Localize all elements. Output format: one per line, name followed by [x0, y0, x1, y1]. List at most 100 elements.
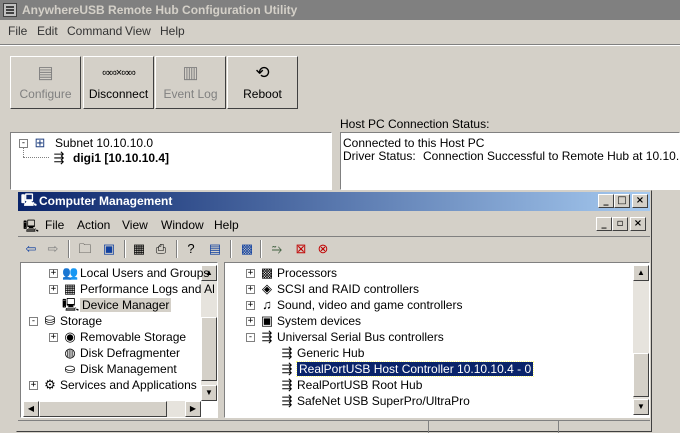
child-minimize-button[interactable]: _ [596, 217, 612, 231]
close-button[interactable]: × [632, 194, 648, 208]
scan-hardware-icon[interactable]: ▩ [238, 240, 256, 258]
left-tree-expander[interactable]: + [49, 333, 58, 342]
removable-storage-icon: ◉ [64, 329, 76, 344]
left-tree-item[interactable]: Storage [60, 314, 102, 328]
scroll-left-arrow[interactable]: ◀ [23, 401, 39, 417]
device-manager-icon: 🖳 [62, 297, 80, 312]
right-tree-item[interactable]: RealPortUSB Root Hub [297, 378, 422, 392]
right-tree-item[interactable]: Sound, video and game controllers [277, 298, 462, 312]
right-tree-item[interactable]: RealPortUSB Host Controller 10.10.10.4 -… [295, 361, 535, 377]
driver-status-value: Connection Successful to Remote Hub at 1… [423, 149, 680, 163]
cm-title-bar[interactable]: 🖳 Computer Management _ □ × [18, 192, 650, 211]
left-tree-item[interactable]: Services and Applications [60, 378, 197, 392]
subnet-label[interactable]: Subnet 10.10.10.0 [55, 136, 153, 150]
sound-icon: ♫ [262, 297, 272, 312]
description-bar-icon[interactable]: ▤ [206, 240, 224, 258]
status-line-1: Connected to this Host PC [343, 136, 485, 150]
properties-icon[interactable]: ▦ [130, 240, 148, 258]
right-tree-item[interactable]: SafeNet USB SuperPro/UltraPro [297, 394, 470, 408]
disable-device-icon[interactable]: ⊠ [292, 240, 310, 258]
print-icon[interactable]: ⎙ [152, 240, 170, 258]
left-horizontal-scrollbar[interactable]: ◀ ▶ [23, 401, 201, 417]
minimize-button[interactable]: _ [598, 194, 614, 208]
outer-title-bar: AnywhereUSB Remote Hub Configuration Uti… [0, 0, 680, 20]
cm-toolbar-divider [18, 236, 650, 237]
tree-line [23, 148, 25, 157]
outer-menu-edit[interactable]: Edit [37, 24, 58, 38]
right-tree-expander[interactable]: + [246, 269, 255, 278]
right-scroll-down-arrow[interactable]: ▼ [633, 399, 649, 415]
disconnect-icon: ∞∞×∞∞ [102, 67, 136, 79]
help-icon[interactable]: ? [182, 240, 200, 258]
left-tree-item[interactable]: Device Manager [80, 298, 172, 312]
scroll-right-arrow[interactable]: ▶ [185, 401, 201, 417]
h-scroll-thumb[interactable] [39, 401, 167, 417]
usb-icon: ⇶ [281, 393, 293, 408]
toolbar-separator [260, 240, 262, 258]
left-tree-item[interactable]: Performance Logs and Al [80, 282, 215, 296]
cm-menu-window[interactable]: Window [161, 218, 204, 232]
right-tree-item[interactable]: SCSI and RAID controllers [277, 282, 419, 296]
up-folder-icon[interactable]: 🗀 [76, 240, 94, 258]
right-vertical-scrollbar[interactable]: ▲ ▼ [633, 265, 649, 415]
storage-icon: ⛁ [44, 313, 56, 328]
configure-button[interactable]: ▤ Configure [10, 56, 81, 109]
scroll-thumb[interactable] [201, 317, 217, 381]
show-hide-tree-icon[interactable]: ▣ [100, 240, 118, 258]
outer-menu-view[interactable]: View [125, 24, 151, 38]
back-icon[interactable]: ⇦ [22, 240, 40, 258]
configure-label: Configure [19, 87, 72, 101]
disconnect-label: Disconnect [88, 87, 149, 101]
right-tree-expander[interactable]: - [246, 333, 255, 342]
usb-icon: ⇶ [281, 361, 293, 376]
usb-icon: ⇶ [281, 345, 293, 360]
uninstall-icon[interactable]: ⊗ [314, 240, 332, 258]
tree-line [23, 157, 49, 159]
left-tree-item[interactable]: Removable Storage [80, 330, 186, 344]
right-tree-item[interactable]: Generic Hub [297, 346, 364, 360]
outer-menu-command[interactable]: Command [67, 24, 122, 38]
hub-label[interactable]: digi1 [10.10.10.4] [73, 151, 169, 165]
hub-tree[interactable]: - ⊞ Subnet 10.10.10.0 ⇶ digi1 [10.10.10.… [10, 132, 332, 190]
event-log-label: Event Log [163, 87, 218, 101]
right-tree-item[interactable]: System devices [277, 314, 361, 328]
outer-menu-file[interactable]: File [8, 24, 27, 38]
outer-menu-help[interactable]: Help [160, 24, 185, 38]
left-tree-item[interactable]: Disk Defragmenter [80, 346, 180, 360]
forward-icon[interactable]: ⇨ [44, 240, 62, 258]
toolbar-separator [68, 240, 70, 258]
child-restore-button[interactable]: ▫ [612, 217, 628, 231]
event-log-button[interactable]: ▥ Event Log [155, 56, 226, 109]
computer-icon: 🖳 [21, 193, 38, 207]
status-divider [558, 421, 559, 433]
reboot-icon: ⟲ [255, 63, 270, 82]
cm-menu-help[interactable]: Help [214, 218, 239, 232]
right-tree-item[interactable]: Universal Serial Bus controllers [277, 330, 444, 344]
left-tree-expander[interactable]: + [29, 381, 38, 390]
reboot-button[interactable]: ⟲ Reboot [227, 56, 298, 109]
cm-menu-file[interactable]: File [45, 218, 64, 232]
maximize-button[interactable]: □ [614, 194, 630, 208]
cm-menu-view[interactable]: View [122, 218, 148, 232]
cm-status-bar [18, 420, 650, 433]
left-tree-expander[interactable]: + [49, 285, 58, 294]
left-tree-item[interactable]: Disk Management [80, 362, 177, 376]
right-tree-item[interactable]: Processors [277, 266, 337, 280]
right-scroll-up-arrow[interactable]: ▲ [633, 265, 649, 281]
scroll-down-arrow[interactable]: ▼ [201, 385, 217, 401]
left-tree-item[interactable]: Local Users and Groups [80, 266, 209, 280]
left-tree-expander[interactable]: + [49, 269, 58, 278]
right-scroll-thumb[interactable] [633, 353, 649, 397]
child-close-button[interactable]: × [630, 217, 646, 231]
update-driver-icon[interactable]: ⥲ [268, 240, 286, 258]
right-tree-expander[interactable]: + [246, 317, 255, 326]
cm-menu-action[interactable]: Action [77, 218, 110, 232]
subnet-collapse-toggle[interactable]: - [19, 139, 28, 148]
disconnect-button[interactable]: ∞∞×∞∞ Disconnect [83, 56, 154, 109]
left-tree-expander[interactable]: - [29, 317, 38, 326]
right-tree-expander[interactable]: + [246, 301, 255, 310]
right-tree-expander[interactable]: + [246, 285, 255, 294]
scsi-icon: ◈ [262, 281, 272, 296]
network-icon: ⊞ [34, 135, 46, 150]
cm-title: Computer Management [39, 194, 173, 208]
